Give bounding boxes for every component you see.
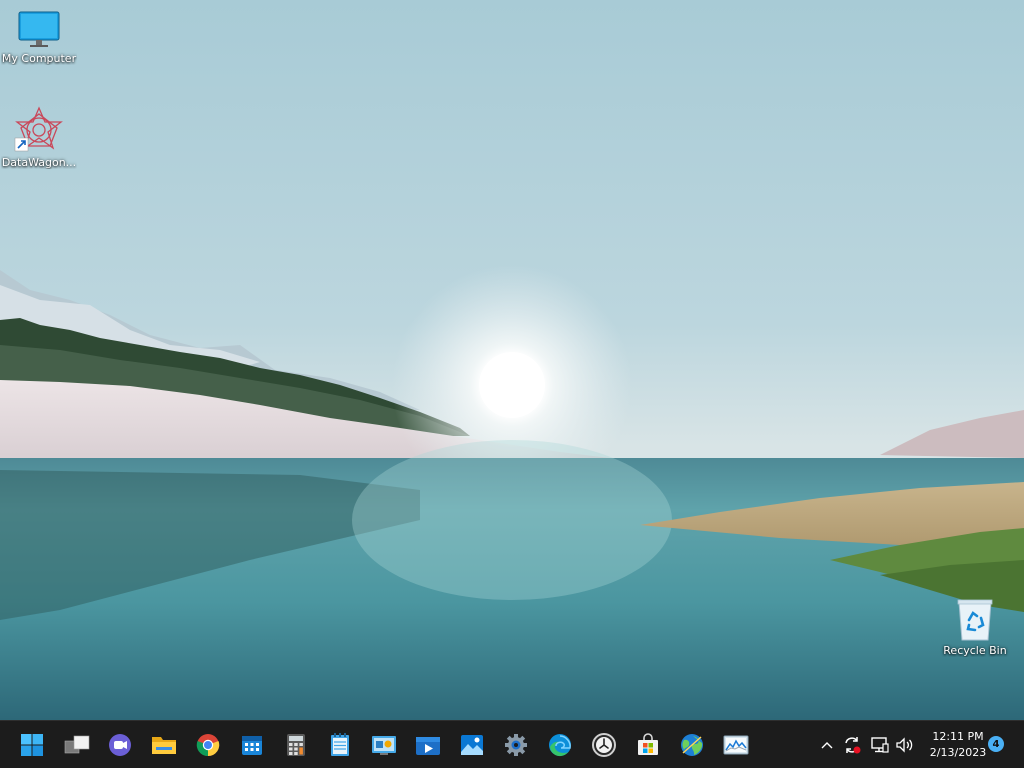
taskbar-calendar-button[interactable] [236,729,268,761]
tray-sync-status[interactable] [840,721,864,769]
notification-center-badge[interactable]: 4 [988,736,1004,752]
globe-icon [681,734,703,756]
volume-icon [896,737,913,753]
movies-tv-icon [416,737,440,755]
taskbar-start-button[interactable] [16,729,48,761]
desktop-icon-label: DataWagon... [1,156,77,169]
monitor-icon [18,11,60,47]
chevron-up-icon [821,742,833,749]
clock-time: 12:11 PM [932,730,984,743]
calendar-icon [242,736,262,755]
taskbar-photos-button[interactable] [456,729,488,761]
desktop-icon-my-computer[interactable]: My Computer [1,10,77,65]
network-icon [871,737,889,753]
wallpaper-landscape [0,0,1024,720]
desktop-icon-label: My Computer [1,52,77,65]
taskbar-task-view-button[interactable] [61,729,93,761]
taskbar-chat-button[interactable] [104,729,136,761]
chrome-icon [196,734,220,757]
taskbar-chrome-button[interactable] [192,729,224,761]
teams-chat-icon [109,734,131,756]
taskbar-resource-monitor-button[interactable] [720,729,752,761]
taskbar-store-button[interactable] [632,729,664,761]
clock-date: 2/13/2023 [929,746,987,759]
taskbar-calculator-button[interactable] [280,729,312,761]
tray-show-hidden-icons[interactable] [817,721,837,769]
recycle-bin-icon [957,599,993,641]
windows-start-icon [21,734,43,756]
taskbar-settings-button[interactable] [500,729,532,761]
desktop-icon-label: Recycle Bin [943,644,1007,657]
clock-icon [592,733,616,757]
tray-volume[interactable] [892,721,916,769]
taskbar-file-explorer-button[interactable] [148,729,180,761]
desktop-icon-datawagon[interactable]: DataWagon... [1,106,77,169]
taskbar-notepad-button[interactable] [324,729,356,761]
taskbar-edge-button[interactable] [544,729,576,761]
notepad-icon [331,733,349,756]
desktop-icon-recycle-bin[interactable]: Recycle Bin [937,598,1013,657]
datawagon-shortcut-icon [14,106,63,152]
taskbar-clock[interactable]: 12:11 PM 2/13/2023 [918,729,998,761]
taskbar-movies-tv-button[interactable] [412,729,444,761]
performance-monitor-icon [723,735,749,755]
folder-icon [152,737,176,754]
task-view-icon [64,735,90,754]
tray-network[interactable] [868,721,892,769]
taskbar-maps-button[interactable] [676,729,708,761]
control-panel-icon [372,736,396,755]
desktop: My Computer DataWagon... Recycle Bin [0,0,1024,720]
photos-icon [461,735,483,755]
calculator-icon [287,734,305,756]
store-icon [638,733,658,755]
sync-alert-icon [845,737,861,754]
taskbar-clock-button[interactable] [588,729,620,761]
taskbar: 12:11 PM 2/13/2023 [0,720,1024,768]
edge-icon [549,734,571,757]
gear-icon [505,734,527,756]
taskbar-control-panel-button[interactable] [368,729,400,761]
